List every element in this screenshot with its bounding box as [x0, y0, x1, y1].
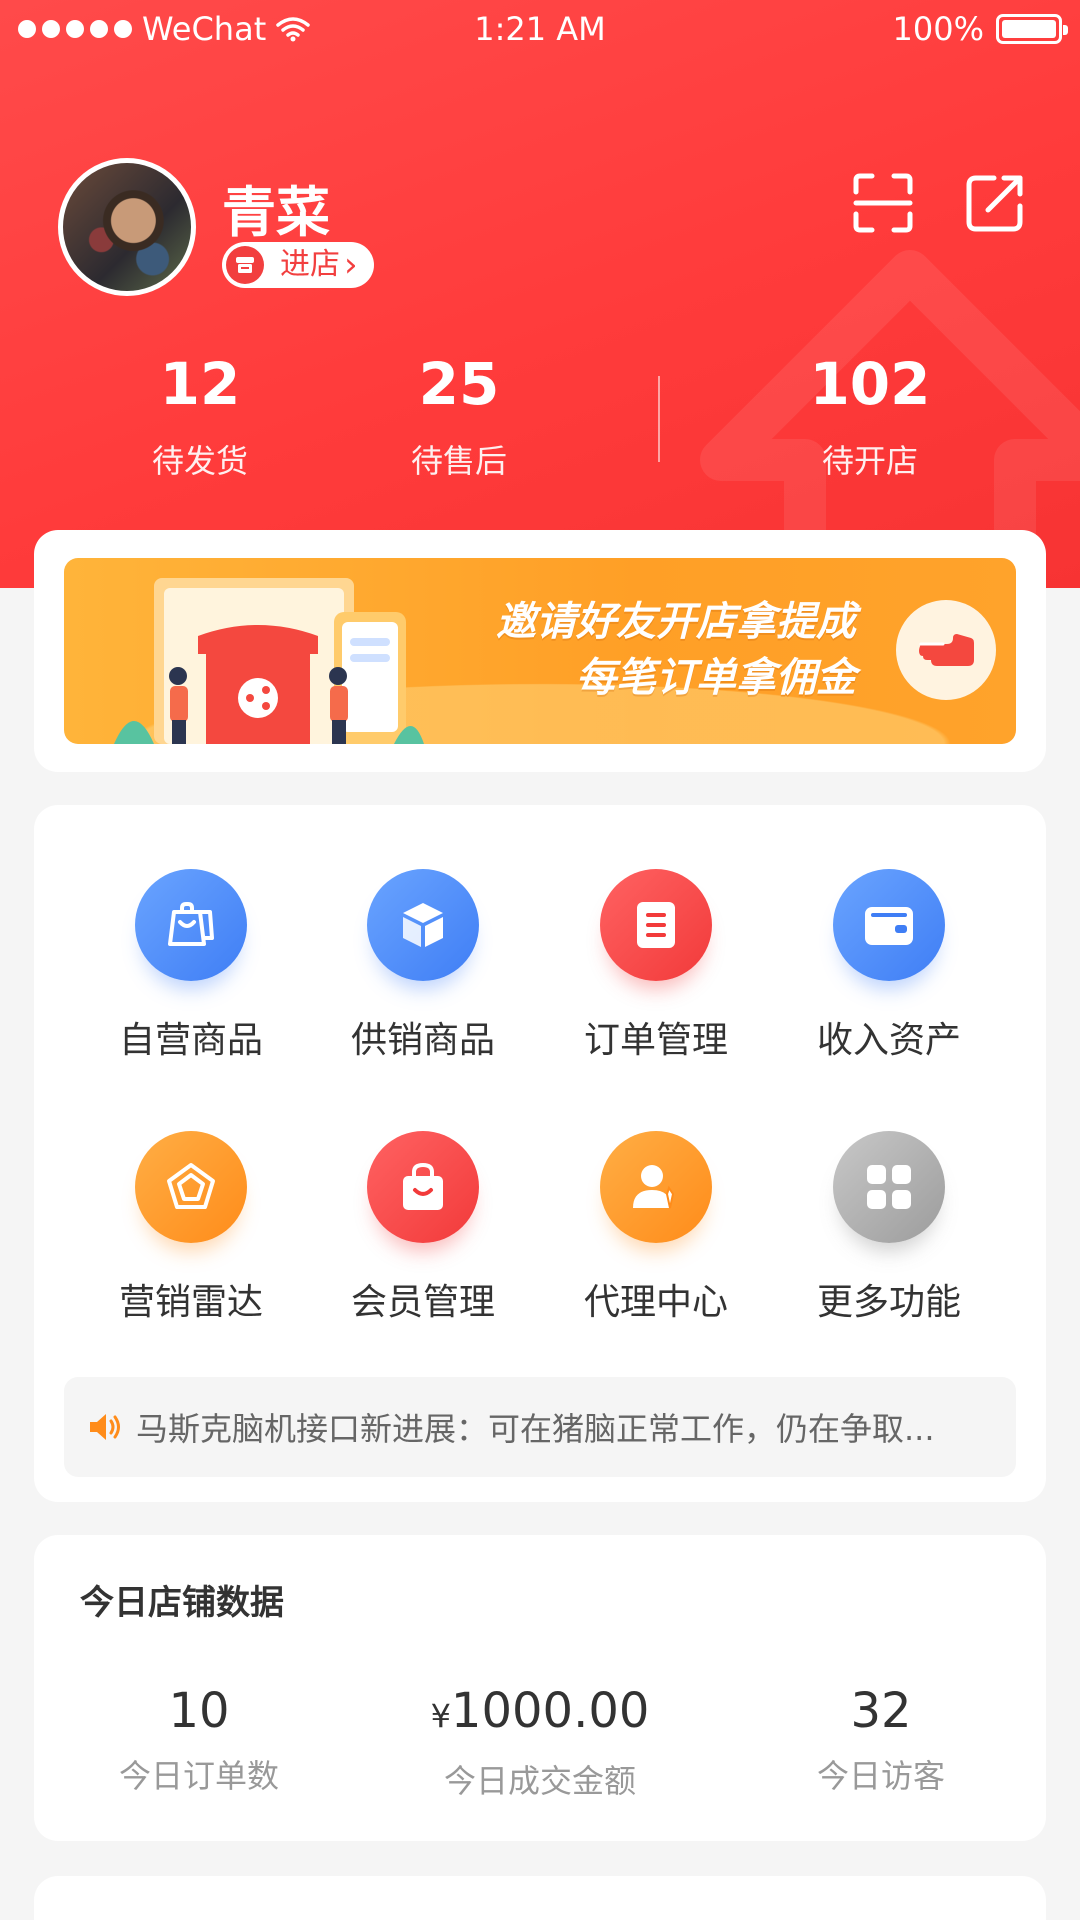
pointing-hand-icon [919, 634, 974, 666]
shop-illustration-icon [114, 578, 424, 744]
menu-item-income-assets[interactable]: 收入资产 [789, 869, 989, 1063]
menu-card: 自营商品 供销商品 订单管理 收入资产 营销雷达 会员管理 代理中心 更多功能 … [34, 805, 1046, 1502]
document-icon [600, 869, 712, 981]
status-right: 100% [892, 10, 1068, 48]
data-number: 1000.00 [450, 1683, 650, 1739]
data-label: 今日订单数 [118, 1757, 279, 1795]
menu-label: 代理中心 [583, 1282, 728, 1323]
data-number: 32 [850, 1683, 912, 1739]
cube-icon [367, 869, 479, 981]
today-orders[interactable]: 10 今日订单数 [34, 1683, 364, 1797]
stat-divider [658, 376, 660, 462]
currency-symbol: ¥ [430, 1697, 451, 1735]
stat-pending-shipment[interactable]: 12 待发货 [90, 352, 310, 482]
banner-line2: 每笔订单拿佣金 [576, 655, 856, 701]
store-icon [226, 246, 264, 284]
menu-label: 订单管理 [583, 1020, 728, 1061]
menu-item-order-management[interactable]: 订单管理 [556, 869, 756, 1063]
menu-label: 营销雷达 [118, 1282, 263, 1323]
notice-text: 马斯克脑机接口新进展：可在猪脑正常工作，仍在争取... [136, 1410, 935, 1448]
menu-item-member-management[interactable]: 会员管理 [323, 1131, 523, 1325]
chevron-right-icon: › [344, 245, 358, 285]
username: 青菜 [222, 181, 330, 244]
scan-icon[interactable] [852, 172, 914, 234]
data-value: 10 [34, 1683, 364, 1739]
menu-label: 会员管理 [350, 1282, 495, 1323]
wallet-icon [833, 869, 945, 981]
menu-item-more-functions[interactable]: 更多功能 [789, 1131, 989, 1325]
data-value: 32 [716, 1683, 1046, 1739]
menu-label: 更多功能 [816, 1282, 961, 1323]
enter-shop-button[interactable]: 进店 › [222, 242, 374, 288]
stat-label: 待开店 [821, 442, 918, 480]
data-value: ¥1000.00 [375, 1683, 705, 1744]
stat-label: 待售后 [410, 442, 507, 480]
enter-shop-label: 进店 [280, 247, 340, 282]
banner-text: 邀请好友开店拿提成 每笔订单拿佣金 [496, 594, 856, 706]
stat-pending-open-shop[interactable]: 102 待开店 [760, 352, 980, 482]
speaker-icon [90, 1414, 120, 1440]
invite-banner[interactable]: 邀请好友开店拿提成 每笔订单拿佣金 [64, 558, 1016, 744]
data-label: 今日访客 [816, 1757, 945, 1795]
pentagon-radar-icon [135, 1131, 247, 1243]
battery-icon [996, 14, 1068, 44]
status-bar: WeChat 1:21 AM 100% [0, 0, 1080, 60]
menu-item-supply-goods[interactable]: 供销商品 [323, 869, 523, 1063]
share-icon[interactable] [964, 172, 1026, 234]
menu-item-agent-center[interactable]: 代理中心 [556, 1131, 756, 1325]
today-revenue[interactable]: ¥1000.00 今日成交金额 [375, 1683, 705, 1802]
bag-smile-icon [367, 1131, 479, 1243]
battery-percent: 100% [892, 10, 984, 48]
today-data-title: 今日店铺数据 [80, 1583, 284, 1623]
stat-value: 25 [418, 350, 500, 418]
menu-label: 收入资产 [816, 1020, 961, 1061]
data-number: 10 [168, 1683, 230, 1739]
today-data-card: 今日店铺数据 10 今日订单数 ¥1000.00 今日成交金额 32 今日访客 [34, 1535, 1046, 1841]
shopping-bag-icon [135, 869, 247, 981]
menu-item-self-goods[interactable]: 自营商品 [91, 869, 291, 1063]
person-tie-icon [600, 1131, 712, 1243]
today-visitors[interactable]: 32 今日访客 [716, 1683, 1046, 1797]
notice-bar[interactable]: 马斯克脑机接口新进展：可在猪脑正常工作，仍在争取... [64, 1377, 1016, 1477]
stat-pending-aftersale[interactable]: 25 待售后 [349, 352, 569, 482]
banner-go-button[interactable] [896, 600, 996, 700]
stat-value: 102 [809, 350, 931, 418]
data-label: 今日成交金额 [443, 1762, 636, 1800]
banner-line1: 邀请好友开店拿提成 [496, 599, 856, 645]
menu-label: 自营商品 [118, 1020, 263, 1061]
grid-icon [833, 1131, 945, 1243]
stat-label: 待发货 [151, 442, 248, 480]
menu-item-marketing-radar[interactable]: 营销雷达 [91, 1131, 291, 1325]
menu-label: 供销商品 [350, 1020, 495, 1061]
avatar[interactable] [58, 158, 196, 296]
header-background [0, 0, 1080, 588]
banner-card: 邀请好友开店拿提成 每笔订单拿佣金 [34, 530, 1046, 772]
stat-value: 12 [159, 350, 241, 418]
bottom-card-partial [34, 1876, 1046, 1920]
